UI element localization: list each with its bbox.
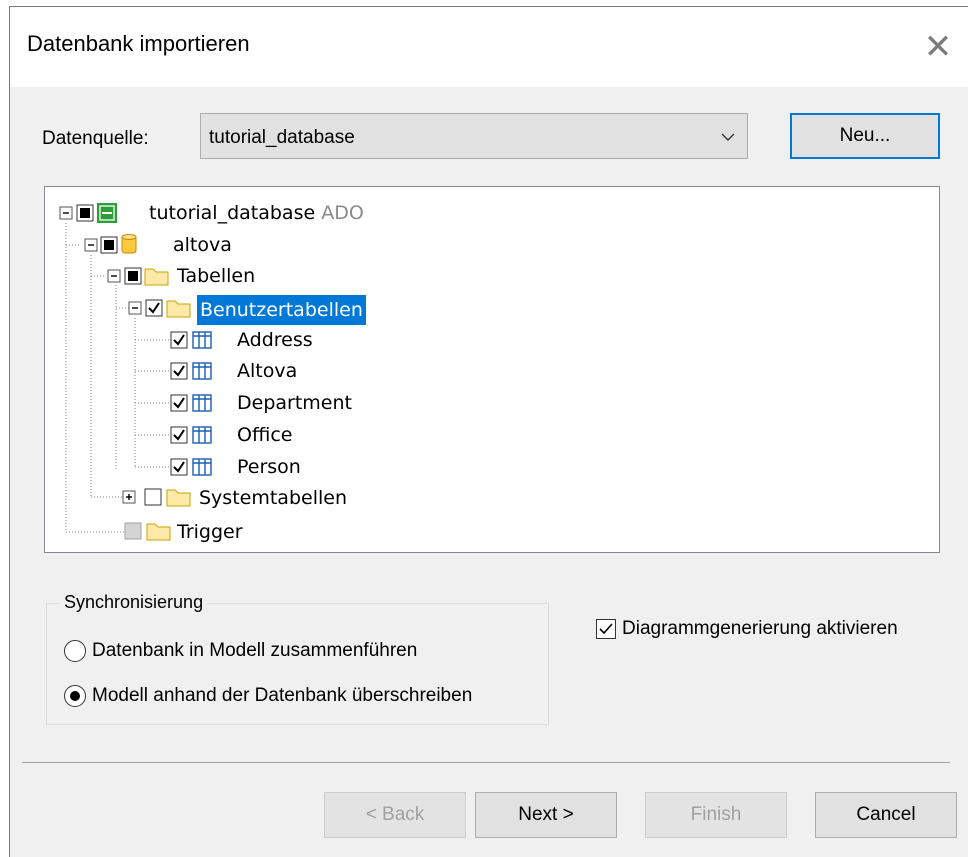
tree-node-tables[interactable]: Tabellen <box>177 265 255 287</box>
diagram-generation-checkbox[interactable]: Diagrammgenerierung aktivieren <box>596 618 898 640</box>
separator <box>22 762 950 763</box>
dialog-title: Datenbank importieren <box>27 31 250 56</box>
tree-node-table[interactable]: Altova <box>237 360 297 382</box>
tree-node-system-tables[interactable]: Systemtabellen <box>199 487 347 509</box>
tree-node-datasource[interactable]: tutorial_database ADO <box>149 202 364 224</box>
tree-node-table[interactable]: Person <box>237 456 301 478</box>
radio-merge[interactable]: Datenbank in Modell zusammenführen <box>64 640 417 662</box>
radio-overwrite[interactable]: Modell anhand der Datenbank überschreibe… <box>64 685 472 707</box>
radio-merge-indicator[interactable] <box>64 640 86 662</box>
collapse-icon <box>59 206 142 315</box>
tree-node-datasource-type: ADO <box>321 202 364 224</box>
checkbox-checked-icon <box>145 299 188 476</box>
radio-overwrite-label: Modell anhand der Datenbank überschreibe… <box>92 685 473 706</box>
close-icon[interactable]: ✕ <box>907 7 968 87</box>
back-button[interactable]: < Back <box>324 792 466 838</box>
tree-node-schema[interactable]: altova <box>173 234 232 256</box>
tree-node-datasource-label: tutorial_database <box>149 202 316 224</box>
sync-group-title: Synchronisierung <box>60 592 208 613</box>
radio-merge-label: Datenbank in Modell zusammenführen <box>92 640 418 661</box>
new-datasource-button[interactable]: Neu... <box>790 113 940 159</box>
chevron-down-icon <box>721 133 735 141</box>
checkbox-unchecked-icon <box>144 488 162 506</box>
datasource-label: Datenquelle: <box>42 128 149 149</box>
database-icon <box>121 234 137 254</box>
database-tree[interactable]: tutorial_database ADO altova Tabellen Be… <box>44 186 940 553</box>
radio-overwrite-indicator[interactable] <box>64 685 86 707</box>
tree-node-table[interactable]: Address <box>237 329 313 351</box>
datasource-value: tutorial_database <box>209 127 355 148</box>
table-icon <box>192 331 212 476</box>
datasource-icon <box>97 203 117 223</box>
datasource-dropdown[interactable]: tutorial_database <box>200 113 748 159</box>
tree-node-trigger[interactable]: Trigger <box>177 521 243 543</box>
title-bar[interactable]: Datenbank importieren ✕ <box>10 7 968 87</box>
cancel-button[interactable]: Cancel <box>815 792 957 838</box>
tree-node-table[interactable]: Department <box>237 392 352 414</box>
next-button[interactable]: Next > <box>475 792 617 838</box>
checkbox-checked-icon[interactable] <box>596 619 616 639</box>
diagram-generation-label: Diagrammgenerierung aktivieren <box>622 618 898 639</box>
tree-node-table[interactable]: Office <box>237 424 292 446</box>
checkbox-disabled-icon <box>124 522 142 540</box>
finish-button[interactable]: Finish <box>645 792 787 838</box>
expand-icon <box>122 490 136 504</box>
tree-node-user-tables[interactable]: Benutzertabellen <box>197 295 366 325</box>
